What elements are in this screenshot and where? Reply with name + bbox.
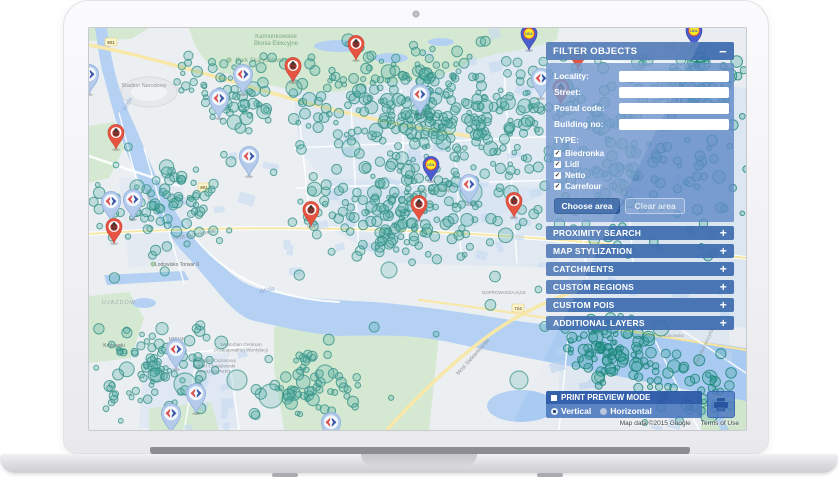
type-row-biedronka: ✓ Biedronka: [554, 148, 729, 158]
laptop-mockup: 801 801 724 Kamionkowskie Błonia Elekcyjne Pa…: [0, 0, 838, 481]
map-attribution-bar: Map data ©2015 Google Terms of Use: [620, 420, 739, 427]
type-checkbox-netto[interactable]: ✓: [554, 171, 561, 179]
type-label: TYPE:: [554, 135, 580, 145]
laptop-foot: [272, 473, 298, 477]
building-no-row: Building no:: [554, 118, 729, 130]
printer-icon: [714, 397, 728, 411]
section-catchments[interactable]: CATCHMENTS +: [546, 262, 734, 276]
svg-text:Stadion Narodowy: Stadion Narodowy: [122, 83, 167, 89]
orientation-horizontal: Horizontal: [600, 406, 652, 416]
street-input[interactable]: [619, 86, 729, 98]
type-checkbox-carrefour[interactable]: ✓: [554, 182, 561, 190]
section-map-stylization[interactable]: MAP STYLIZATION +: [546, 244, 734, 258]
type-checkbox-lidl[interactable]: ✓: [554, 160, 561, 168]
collapse-icon[interactable]: −: [719, 45, 727, 58]
svg-text:Lodowisko Torwar II: Lodowisko Torwar II: [155, 262, 199, 268]
radio-vertical[interactable]: [551, 407, 558, 415]
svg-text:724: 724: [514, 306, 522, 311]
clear-area-button[interactable]: Clear area: [625, 198, 685, 214]
type-checkbox-biedronka[interactable]: ✓: [554, 149, 561, 157]
terms-of-use-link[interactable]: Terms of Use: [701, 420, 739, 427]
laptop-base-notch: [361, 454, 477, 466]
svg-text:DOPROWADZAJĄCE: DOPROWADZAJĄCE: [482, 290, 526, 295]
laptop-foot: [537, 473, 563, 477]
svg-text:801: 801: [107, 40, 115, 45]
filter-objects-header[interactable]: FILTER OBJECTS −: [546, 42, 734, 60]
choose-area-button[interactable]: Choose area: [554, 198, 620, 214]
street-row: Street:: [554, 86, 729, 98]
section-proximity-search[interactable]: PROXIMITY SEARCH +: [546, 226, 734, 240]
carrefour-pin[interactable]: [320, 412, 342, 430]
radio-label: Horizontal: [610, 406, 652, 416]
building-no-input[interactable]: [619, 118, 729, 130]
expand-icon[interactable]: +: [720, 281, 727, 293]
section-custom-pois[interactable]: CUSTOM POIS +: [546, 298, 734, 312]
svg-text:KamionkowskieBłonia Elekcyjne: Kamionkowskie Błonia Elekcyjne: [254, 34, 299, 47]
expand-icon[interactable]: +: [720, 263, 727, 275]
type-label-carrefour: Carrefour: [565, 181, 602, 191]
building-no-label: Building no:: [554, 119, 604, 129]
section-additional-layers[interactable]: ADDITIONAL LAYERS +: [546, 316, 734, 330]
section-label: CUSTOM POIS: [553, 300, 615, 310]
section-custom-regions[interactable]: CUSTOM REGIONS +: [546, 280, 734, 294]
section-label: ADDITIONAL LAYERS: [553, 318, 645, 328]
screen: 801 801 724 Kamionkowskie Błonia Elekcyjne Pa…: [88, 27, 747, 431]
map-attribution: Map data ©2015 Google: [619, 420, 691, 427]
print-preview-checkbox[interactable]: [551, 394, 557, 401]
locality-label: Locality:: [554, 71, 589, 81]
type-label-lidl: Lidl: [565, 159, 580, 169]
print-button[interactable]: [707, 391, 735, 418]
filter-objects-title: FILTER OBJECTS: [553, 45, 638, 57]
filter-panel: FILTER OBJECTS − Locality: Street: Postal …: [546, 42, 734, 330]
section-label: PROXIMITY SEARCH: [553, 228, 642, 238]
street-label: Street:: [554, 87, 581, 97]
webcam: [412, 10, 420, 18]
locality-row: Locality:: [554, 70, 729, 82]
type-label-netto: Netto: [565, 170, 586, 180]
radio-horizontal[interactable]: [600, 407, 608, 415]
section-label: CATCHMENTS: [553, 264, 614, 274]
section-label: CUSTOM REGIONS: [553, 282, 635, 292]
postal-code-row: Postal code:: [554, 102, 729, 114]
postal-code-label: Postal code:: [554, 103, 605, 113]
type-row-netto: ✓ Netto: [554, 170, 729, 180]
section-label: MAP STYLIZATION: [553, 246, 633, 256]
radio-label: Vertical: [561, 406, 592, 416]
expand-icon[interactable]: +: [720, 245, 727, 257]
print-preview-panel: PRINT PREVIEW MODE Vertical Horizontal: [546, 391, 702, 418]
type-row-lidl: ✓ Lidl: [554, 159, 729, 169]
expand-icon[interactable]: +: [720, 227, 727, 239]
locality-input[interactable]: [619, 70, 729, 82]
expand-icon[interactable]: +: [720, 299, 727, 311]
svg-text:UJAZDÓW: UJAZDÓW: [102, 299, 136, 306]
filter-form: Locality: Street: Postal code: Building no:…: [546, 63, 734, 222]
print-preview-title: PRINT PREVIEW MODE: [561, 393, 651, 402]
postal-code-input[interactable]: [619, 102, 729, 114]
svg-text:LIDL: LIDL: [427, 163, 435, 167]
type-label-biedronka: Biedronka: [565, 148, 605, 158]
expand-icon[interactable]: +: [720, 317, 727, 329]
orientation-vertical: Vertical: [551, 406, 591, 416]
svg-text:LIDL: LIDL: [525, 32, 533, 36]
type-row-carrefour: ✓ Carrefour: [554, 181, 729, 191]
svg-text:LIDL: LIDL: [690, 29, 698, 33]
laptop-lid: 801 801 724 Kamionkowskie Błonia Elekcyjne Pa…: [63, 0, 769, 454]
